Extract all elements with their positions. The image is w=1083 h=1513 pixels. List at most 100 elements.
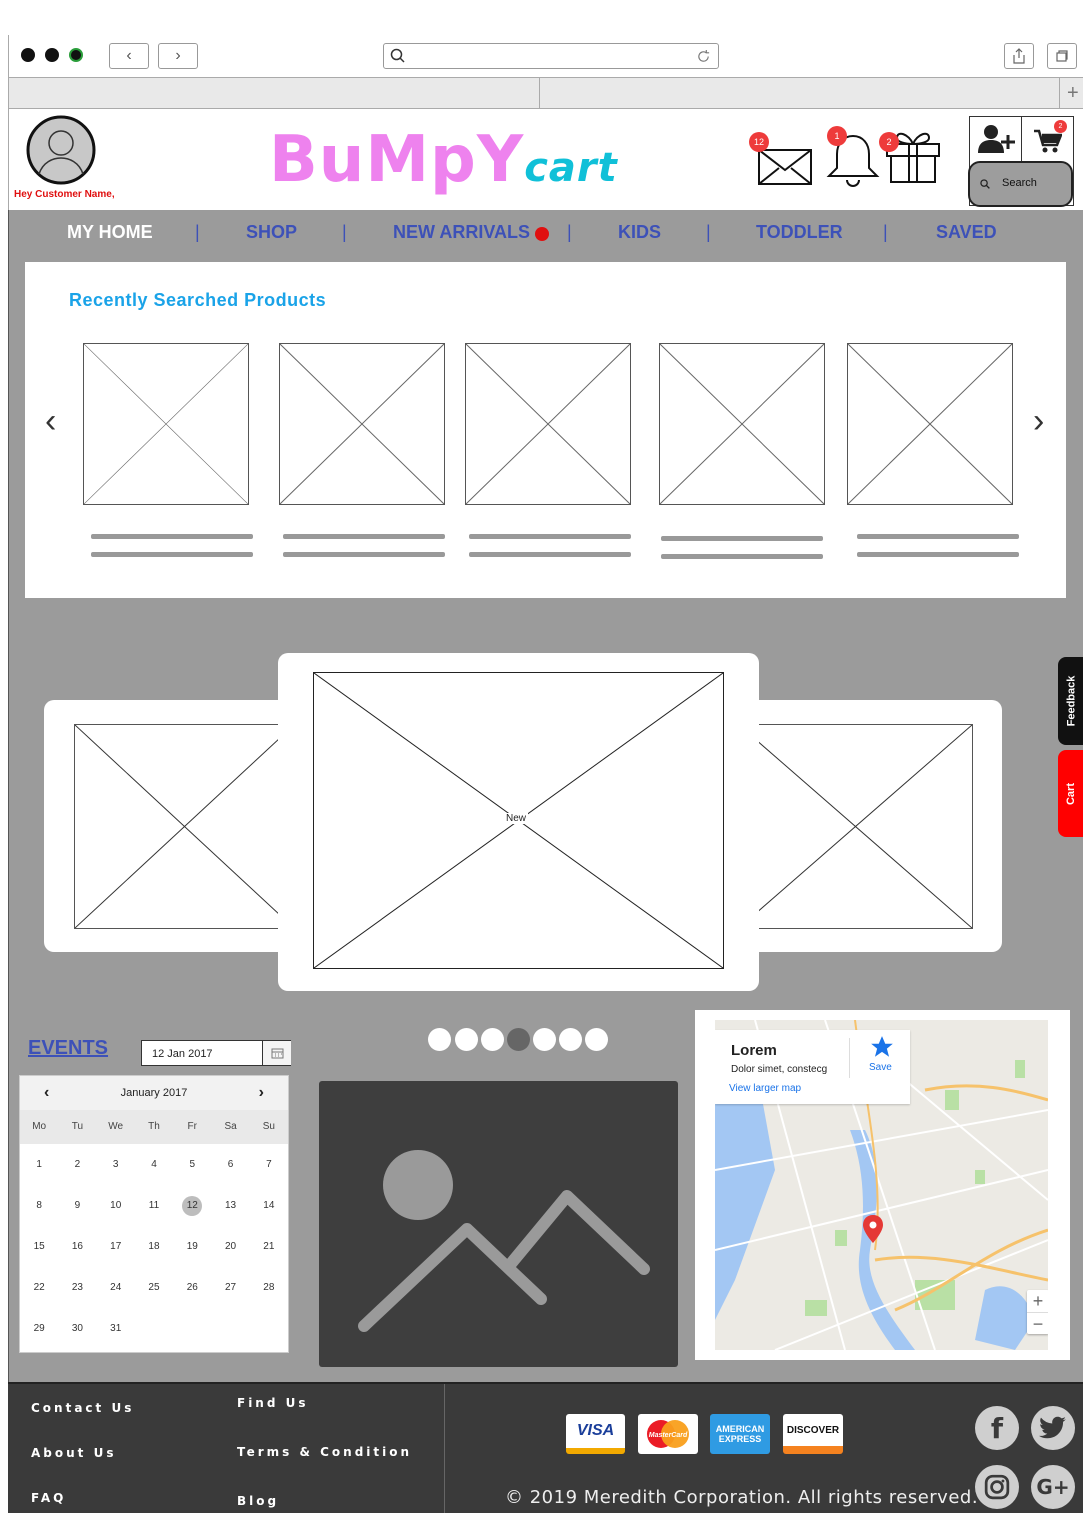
instagram-icon[interactable]: ig [975,1465,1019,1509]
weekday-header: Su [249,1110,288,1144]
calendar-day[interactable]: 4 [135,1144,173,1185]
calendar-prev-button[interactable]: ‹ [44,1084,49,1102]
calendar-day[interactable]: 3 [97,1144,135,1185]
calendar-day[interactable]: 25 [135,1267,173,1308]
calendar-day[interactable]: 9 [58,1185,96,1226]
product-thumbnail[interactable] [465,343,631,505]
carousel-card-left[interactable] [44,700,304,952]
window-minimize-dot[interactable] [45,48,59,62]
calendar-day[interactable]: 22 [20,1267,58,1308]
new-tab-button[interactable]: + [1067,82,1079,105]
calendar-day[interactable]: 24 [97,1267,135,1308]
forward-button[interactable]: › [158,43,198,69]
calendar-day[interactable]: 19 [173,1226,211,1267]
brand-logo[interactable]: BuMpYcart [269,120,618,208]
footer-link-contact[interactable]: Contact Us [31,1401,134,1415]
view-larger-map-link[interactable]: View larger map [729,1083,801,1094]
map-save-button[interactable]: Save [861,1034,901,1080]
calendar-day[interactable]: 18 [135,1226,173,1267]
map-zoom-in-button[interactable]: + [1027,1290,1048,1312]
calendar-day[interactable]: 30 [58,1308,96,1349]
nav-kids[interactable]: KIDS [618,222,661,243]
product-thumbnail[interactable] [847,343,1013,505]
calendar-day[interactable]: 13 [211,1185,249,1226]
events-title[interactable]: EVENTS [28,1037,108,1060]
tabs-button[interactable] [1047,43,1077,69]
nav-shop[interactable]: SHOP [246,222,297,243]
avatar-icon[interactable] [25,114,97,186]
bell-badge: 1 [827,126,847,146]
footer-link-find-us[interactable]: Find Us [237,1396,309,1410]
footer-link-faq[interactable]: FAQ [31,1491,66,1505]
map-canvas[interactable]: Lorem Dolor simet, constecg View larger … [715,1020,1048,1350]
window-close-dot[interactable] [21,48,35,62]
calendar-day[interactable]: 21 [250,1226,288,1267]
product-thumbnail[interactable] [279,343,445,505]
map-zoom-out-button[interactable]: − [1027,1312,1048,1334]
site-header: Hey Customer Name, BuMpYcart 12 1 2 2 Se… [8,110,1083,210]
footer-link-about[interactable]: About Us [31,1446,116,1460]
footer-link-blog[interactable]: Blog [237,1494,279,1508]
carousel-page-dot[interactable] [481,1028,504,1051]
calendar-day[interactable]: 26 [173,1267,211,1308]
carousel-card-right[interactable] [739,700,1002,952]
window-zoom-dot[interactable] [69,48,83,62]
product-thumbnail[interactable] [659,343,825,505]
calendar-day[interactable]: 6 [211,1144,249,1185]
calendar-day-selected[interactable]: 12 [173,1185,211,1226]
carousel-card-center[interactable]: New [278,653,759,991]
calendar-day[interactable]: 11 [135,1185,173,1226]
calendar-day[interactable]: 1 [20,1144,58,1185]
calendar-day[interactable]: 20 [211,1226,249,1267]
carousel-page-dot-active[interactable] [507,1028,530,1051]
calendar-day[interactable]: 27 [211,1267,249,1308]
chevron-left-icon: ‹ [126,47,132,64]
carousel-page-dot[interactable] [559,1028,582,1051]
back-button[interactable]: ‹ [109,43,149,69]
share-button[interactable] [1004,43,1034,69]
google-plus-icon[interactable]: G+ [1031,1465,1075,1509]
reload-icon[interactable] [696,49,711,64]
feedback-tab[interactable]: Feedback [1058,657,1083,745]
carousel-center-label: New [504,813,529,824]
add-account-button[interactable] [970,117,1022,161]
calendar-day[interactable]: 7 [250,1144,288,1185]
search-input[interactable]: Search [968,161,1073,207]
calendar-day[interactable]: 5 [173,1144,211,1185]
nav-toddler[interactable]: TODDLER [756,222,843,243]
calendar-day[interactable]: 14 [250,1185,288,1226]
cart-button[interactable]: 2 [1022,117,1074,161]
carousel-page-dot[interactable] [455,1028,478,1051]
gifts-button[interactable]: 2 [877,124,945,190]
url-bar[interactable] [383,43,719,69]
messages-button[interactable]: 12 [749,130,819,190]
carousel-page-dot[interactable] [428,1028,451,1051]
calendar-toggle-button[interactable] [262,1041,291,1065]
notifications-button[interactable]: 1 [817,126,880,192]
product-thumbnail[interactable] [83,343,249,505]
nav-my-home[interactable]: MY HOME [67,222,153,243]
event-date-input[interactable]: 12 Jan 2017 [141,1040,291,1066]
calendar-next-button[interactable]: › [259,1084,264,1102]
carousel-page-dot[interactable] [585,1028,608,1051]
calendar-day[interactable]: 16 [58,1226,96,1267]
calendar-day[interactable]: 17 [97,1226,135,1267]
text-placeholder-line [857,534,1019,539]
calendar-day[interactable]: 31 [97,1308,135,1349]
twitter-icon[interactable]: t [1031,1406,1075,1450]
footer-link-terms[interactable]: Terms & Condition [237,1445,412,1459]
calendar-day[interactable]: 15 [20,1226,58,1267]
carousel-next-icon[interactable]: › [1033,402,1044,441]
carousel-prev-icon[interactable]: ‹ [45,402,56,441]
nav-new-arrivals[interactable]: NEW ARRIVALS [393,222,530,243]
calendar-day[interactable]: 10 [97,1185,135,1226]
calendar-day[interactable]: 23 [58,1267,96,1308]
calendar-day[interactable]: 29 [20,1308,58,1349]
nav-saved[interactable]: SAVED [936,222,997,243]
carousel-page-dot[interactable] [533,1028,556,1051]
facebook-icon[interactable]: f [975,1406,1019,1450]
cart-tab[interactable]: Cart [1058,750,1083,837]
calendar-day[interactable]: 2 [58,1144,96,1185]
calendar-day[interactable]: 28 [250,1267,288,1308]
calendar-day[interactable]: 8 [20,1185,58,1226]
